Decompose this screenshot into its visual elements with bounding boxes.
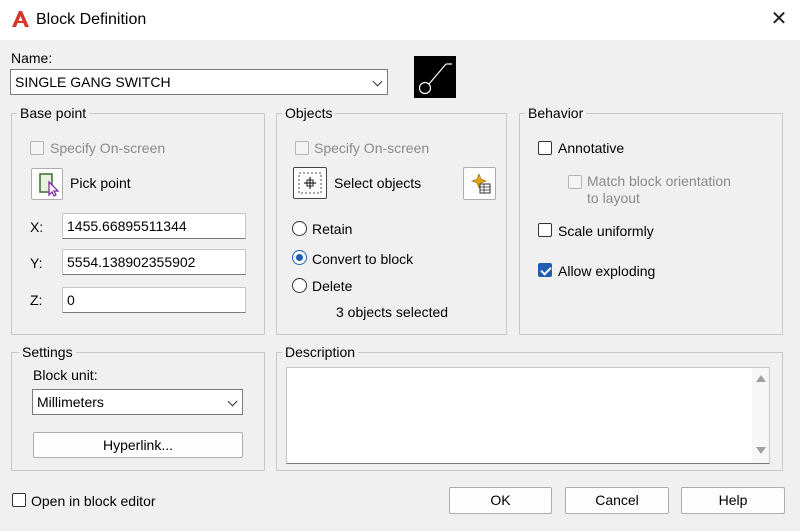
name-label: Name: (11, 50, 53, 66)
scale-uniformly-label: Scale uniformly (558, 223, 654, 239)
block-unit-label: Block unit: (33, 367, 98, 383)
scroll-up-icon[interactable] (756, 374, 766, 382)
name-combo[interactable]: SINGLE GANG SWITCH (10, 69, 388, 95)
base-specify-onscreen-checkbox[interactable] (30, 141, 44, 155)
pick-point-label: Pick point (70, 175, 131, 191)
description-scrollbar[interactable] (752, 368, 769, 463)
allow-exploding-checkbox[interactable] (538, 263, 552, 277)
objects-title: Objects (282, 105, 336, 121)
block-unit-select[interactable]: Millimeters (32, 389, 243, 415)
behavior-title: Behavior (525, 105, 587, 121)
select-objects-icon (298, 172, 322, 194)
allow-exploding-label: Allow exploding (558, 263, 656, 279)
chevron-down-icon[interactable] (372, 76, 383, 87)
help-button[interactable]: Help (681, 487, 785, 514)
select-objects-label: Select objects (334, 175, 422, 191)
hyperlink-button[interactable]: Hyperlink... (33, 432, 243, 458)
delete-label: Delete (312, 278, 353, 294)
x-input[interactable]: 1455.66895511344 (62, 213, 246, 239)
objects-count: 3 objects selected (336, 304, 449, 320)
close-icon[interactable]: ✕ (766, 6, 792, 32)
delete-radio[interactable] (292, 278, 307, 293)
cancel-button[interactable]: Cancel (565, 487, 669, 514)
z-label: Z: (30, 292, 43, 308)
base-point-title: Base point (17, 105, 90, 121)
open-in-editor-checkbox[interactable] (12, 493, 26, 507)
match-orientation-checkbox[interactable] (568, 175, 582, 189)
block-unit-value: Millimeters (37, 394, 104, 410)
block-preview-icon (414, 56, 456, 98)
pick-point-button[interactable] (31, 168, 63, 200)
scale-uniformly-checkbox[interactable] (538, 223, 552, 237)
quick-select-icon (471, 173, 491, 194)
convert-label: Convert to block (312, 251, 414, 267)
description-title: Description (282, 344, 359, 360)
y-label: Y: (30, 255, 43, 271)
annotative-checkbox[interactable] (538, 141, 552, 155)
select-objects-button[interactable] (293, 167, 327, 199)
objects-specify-onscreen-checkbox[interactable] (295, 141, 309, 155)
name-value: SINGLE GANG SWITCH (15, 74, 171, 90)
objects-specify-onscreen-label: Specify On-screen (314, 140, 430, 156)
chevron-down-icon[interactable] (227, 396, 238, 407)
scroll-down-icon[interactable] (756, 447, 766, 455)
window-title: Block Definition (36, 11, 147, 28)
x-label: X: (30, 219, 44, 235)
autocad-logo-icon (12, 11, 29, 27)
retain-label: Retain (312, 221, 353, 237)
y-input[interactable]: 5554.138902355902 (62, 249, 246, 275)
retain-radio[interactable] (292, 221, 307, 236)
annotative-label: Annotative (558, 140, 625, 156)
match-orientation-line1: Match block orientation (587, 173, 731, 189)
match-orientation-line2: to layout (587, 190, 640, 206)
z-input[interactable]: 0 (62, 287, 246, 313)
base-specify-onscreen-label: Specify On-screen (50, 140, 166, 156)
ok-button[interactable]: OK (449, 487, 552, 514)
convert-radio[interactable] (292, 250, 307, 265)
settings-title: Settings (19, 344, 76, 360)
description-textarea[interactable] (286, 367, 770, 464)
quick-select-button[interactable] (463, 167, 496, 200)
open-in-editor-label: Open in block editor (31, 493, 156, 509)
pick-point-icon (39, 173, 60, 197)
